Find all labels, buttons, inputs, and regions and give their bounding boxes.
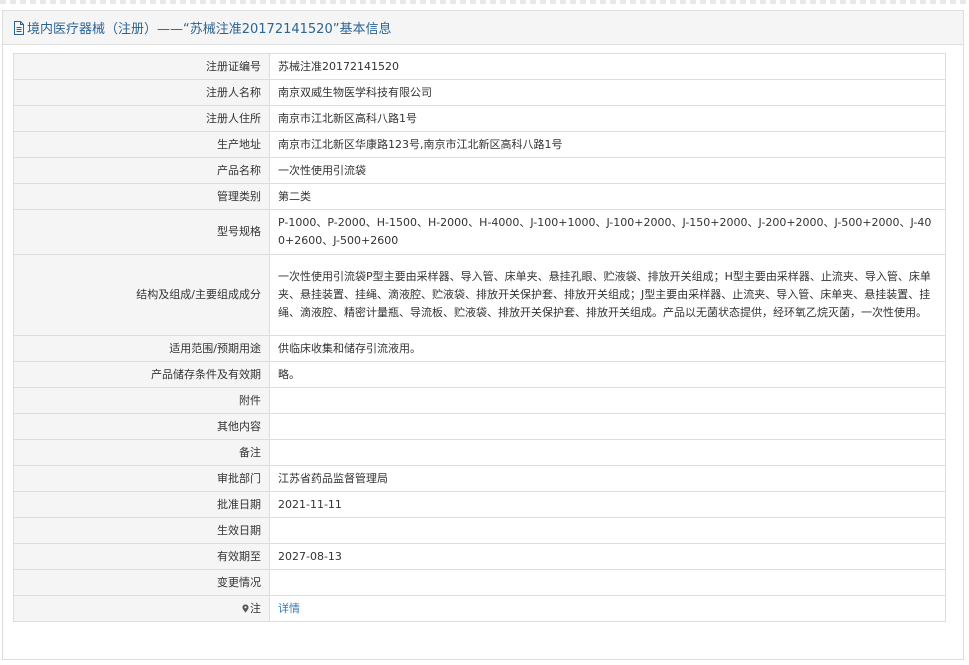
row-value: 一次性使用引流袋P型主要由采样器、导入管、床单夹、悬挂孔眼、贮液袋、排放开关组成… bbox=[269, 254, 946, 336]
row-value: 南京双威生物医学科技有限公司 bbox=[269, 79, 946, 106]
table-row: 变更情况 bbox=[13, 569, 946, 596]
info-table: 注册证编号 苏械注准20172141520 注册人名称 南京双威生物医学科技有限… bbox=[13, 53, 946, 622]
note-label-cell: 注 bbox=[13, 595, 270, 622]
pin-icon bbox=[242, 601, 249, 612]
row-label: 产品名称 bbox=[13, 157, 270, 184]
info-table-wrapper: 注册证编号 苏械注准20172141520 注册人名称 南京双威生物医学科技有限… bbox=[13, 53, 946, 622]
table-row-note: 注 详情 bbox=[13, 595, 946, 622]
info-panel: 境内医疗器械（注册）——“苏械注准20172141520”基本信息 注册证编号 … bbox=[2, 10, 964, 660]
table-row: 审批部门 江苏省药品监督管理局 bbox=[13, 465, 946, 492]
row-label: 注册人名称 bbox=[13, 79, 270, 106]
row-value bbox=[269, 517, 946, 544]
row-value: 一次性使用引流袋 bbox=[269, 157, 946, 184]
row-label: 审批部门 bbox=[13, 465, 270, 492]
row-label: 产品储存条件及有效期 bbox=[13, 361, 270, 388]
row-label: 其他内容 bbox=[13, 413, 270, 440]
row-value: 略。 bbox=[269, 361, 946, 388]
table-row: 其他内容 bbox=[13, 413, 946, 440]
note-value-cell: 详情 bbox=[269, 595, 946, 622]
document-icon bbox=[13, 20, 25, 35]
row-label: 附件 bbox=[13, 387, 270, 414]
row-value: 供临床收集和储存引流液用。 bbox=[269, 335, 946, 362]
row-value: 南京市江北新区华康路123号,南京市江北新区高科八路1号 bbox=[269, 131, 946, 158]
row-value: P-1000、P-2000、H-1500、H-2000、H-4000、J-100… bbox=[269, 209, 946, 255]
row-value: 江苏省药品监督管理局 bbox=[269, 465, 946, 492]
row-label: 生产地址 bbox=[13, 131, 270, 158]
row-label: 批准日期 bbox=[13, 491, 270, 518]
table-row: 结构及组成/主要组成成分 一次性使用引流袋P型主要由采样器、导入管、床单夹、悬挂… bbox=[13, 254, 946, 336]
table-row: 管理类别 第二类 bbox=[13, 183, 946, 210]
row-value: 南京市江北新区高科八路1号 bbox=[269, 105, 946, 132]
row-label: 生效日期 bbox=[13, 517, 270, 544]
table-row: 附件 bbox=[13, 387, 946, 414]
row-label: 管理类别 bbox=[13, 183, 270, 210]
table-row: 产品名称 一次性使用引流袋 bbox=[13, 157, 946, 184]
row-value bbox=[269, 569, 946, 596]
row-value: 2021-11-11 bbox=[269, 491, 946, 518]
panel-header: 境内医疗器械（注册）——“苏械注准20172141520”基本信息 bbox=[3, 11, 963, 45]
row-value bbox=[269, 413, 946, 440]
table-row: 型号规格 P-1000、P-2000、H-1500、H-2000、H-4000、… bbox=[13, 209, 946, 255]
details-link[interactable]: 详情 bbox=[278, 602, 300, 615]
row-value bbox=[269, 387, 946, 414]
table-row: 有效期至 2027-08-13 bbox=[13, 543, 946, 570]
note-label: 注 bbox=[250, 601, 261, 615]
table-row: 注册证编号 苏械注准20172141520 bbox=[13, 53, 946, 80]
row-label: 备注 bbox=[13, 439, 270, 466]
row-label: 有效期至 bbox=[13, 543, 270, 570]
table-row: 生效日期 bbox=[13, 517, 946, 544]
row-value: 苏械注准20172141520 bbox=[269, 53, 946, 80]
table-row: 适用范围/预期用途 供临床收集和储存引流液用。 bbox=[13, 335, 946, 362]
page-title: 境内医疗器械（注册）——“苏械注准20172141520”基本信息 bbox=[27, 22, 392, 37]
row-label: 注册证编号 bbox=[13, 53, 270, 80]
row-label: 注册人住所 bbox=[13, 105, 270, 132]
row-label: 适用范围/预期用途 bbox=[13, 335, 270, 362]
row-value bbox=[269, 439, 946, 466]
table-row: 产品储存条件及有效期 略。 bbox=[13, 361, 946, 388]
row-value: 2027-08-13 bbox=[269, 543, 946, 570]
table-row: 批准日期 2021-11-11 bbox=[13, 491, 946, 518]
row-label: 型号规格 bbox=[13, 209, 270, 255]
table-row: 注册人住所 南京市江北新区高科八路1号 bbox=[13, 105, 946, 132]
table-row: 备注 bbox=[13, 439, 946, 466]
table-row: 生产地址 南京市江北新区华康路123号,南京市江北新区高科八路1号 bbox=[13, 131, 946, 158]
row-value: 第二类 bbox=[269, 183, 946, 210]
row-label: 结构及组成/主要组成成分 bbox=[13, 254, 270, 336]
table-row: 注册人名称 南京双威生物医学科技有限公司 bbox=[13, 79, 946, 106]
row-label: 变更情况 bbox=[13, 569, 270, 596]
top-dashed-divider bbox=[0, 0, 969, 4]
